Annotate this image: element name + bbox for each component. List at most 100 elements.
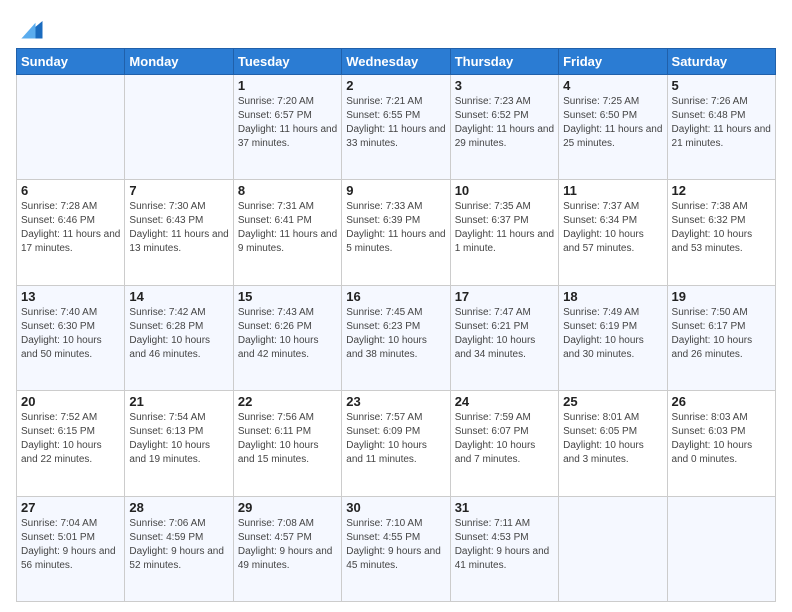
week-row-1: 1Sunrise: 7:20 AMSunset: 6:57 PMDaylight… bbox=[17, 75, 776, 180]
day-info: Sunrise: 7:21 AMSunset: 6:55 PMDaylight:… bbox=[346, 95, 445, 151]
cell-week1-day3: 1Sunrise: 7:20 AMSunset: 6:57 PMDaylight… bbox=[233, 75, 341, 180]
day-info: Sunrise: 7:38 AMSunset: 6:32 PMDaylight:… bbox=[672, 200, 771, 256]
cell-week2-day5: 10 Sunrise: 7:35 AMSunset: 6:37 PMDayligh… bbox=[450, 180, 558, 285]
day-number: 29 bbox=[238, 500, 337, 515]
day-info: Sunrise: 7:37 AMSunset: 6:34 PMDaylight:… bbox=[563, 200, 662, 256]
col-header-monday: Monday bbox=[125, 49, 233, 75]
day-number: 20 bbox=[21, 394, 120, 409]
day-number: 21 bbox=[129, 394, 228, 409]
cell-week5-day6 bbox=[559, 496, 667, 601]
col-header-thursday: Thursday bbox=[450, 49, 558, 75]
day-number: 22 bbox=[238, 394, 337, 409]
day-info: Sunrise: 7:47 AMSunset: 6:21 PMDaylight:… bbox=[455, 306, 554, 362]
cell-week2-day3: 8 Sunrise: 7:31 AMSunset: 6:41 PMDaylight… bbox=[233, 180, 341, 285]
day-info: Sunrise: 7:20 AMSunset: 6:57 PMDaylight:… bbox=[238, 95, 337, 151]
day-info: Sunrise: 7:56 AMSunset: 6:11 PMDaylight:… bbox=[238, 411, 337, 467]
cell-week4-day2: 21 Sunrise: 7:54 AMSunset: 6:13 PMDayligh… bbox=[125, 391, 233, 496]
day-info: Sunrise: 7:40 AMSunset: 6:30 PMDaylight:… bbox=[21, 306, 120, 362]
cell-week4-day3: 22 Sunrise: 7:56 AMSunset: 6:11 PMDayligh… bbox=[233, 391, 341, 496]
cell-week1-day2 bbox=[125, 75, 233, 180]
day-info: Sunrise: 7:57 AMSunset: 6:09 PMDaylight:… bbox=[346, 411, 445, 467]
day-number: 8 bbox=[238, 183, 337, 198]
cell-week4-day5: 24Sunrise: 7:59 AMSunset: 6:07 PMDayligh… bbox=[450, 391, 558, 496]
cell-week1-day7: 5 Sunrise: 7:26 AMSunset: 6:48 PMDaylight… bbox=[667, 75, 775, 180]
day-number: 4 bbox=[563, 78, 662, 93]
day-number: 23 bbox=[346, 394, 445, 409]
day-info: Sunrise: 7:08 AMSunset: 4:57 PMDaylight:… bbox=[238, 517, 337, 573]
cell-week2-day2: 7 Sunrise: 7:30 AMSunset: 6:43 PMDaylight… bbox=[125, 180, 233, 285]
cell-week4-day4: 23 Sunrise: 7:57 AMSunset: 6:09 PMDayligh… bbox=[342, 391, 450, 496]
day-info: Sunrise: 7:59 AMSunset: 6:07 PMDaylight:… bbox=[455, 411, 554, 467]
page: SundayMondayTuesdayWednesdayThursdayFrid… bbox=[0, 0, 792, 612]
cell-week5-day5: 31 Sunrise: 7:11 AMSunset: 4:53 PMDayligh… bbox=[450, 496, 558, 601]
cell-week3-day7: 19Sunrise: 7:50 AMSunset: 6:17 PMDayligh… bbox=[667, 285, 775, 390]
cell-week5-day2: 28 Sunrise: 7:06 AMSunset: 4:59 PMDayligh… bbox=[125, 496, 233, 601]
cell-week3-day2: 14Sunrise: 7:42 AMSunset: 6:28 PMDayligh… bbox=[125, 285, 233, 390]
day-info: Sunrise: 8:03 AMSunset: 6:03 PMDaylight:… bbox=[672, 411, 771, 467]
cell-week5-day4: 30Sunrise: 7:10 AMSunset: 4:55 PMDayligh… bbox=[342, 496, 450, 601]
day-info: Sunrise: 7:06 AMSunset: 4:59 PMDaylight:… bbox=[129, 517, 228, 573]
cell-week1-day5: 3Sunrise: 7:23 AMSunset: 6:52 PMDaylight… bbox=[450, 75, 558, 180]
week-row-5: 27 Sunrise: 7:04 AMSunset: 5:01 PMDayligh… bbox=[17, 496, 776, 601]
col-header-sunday: Sunday bbox=[17, 49, 125, 75]
day-number: 12 bbox=[672, 183, 771, 198]
week-row-4: 20 Sunrise: 7:52 AMSunset: 6:15 PMDayligh… bbox=[17, 391, 776, 496]
day-number: 26 bbox=[672, 394, 771, 409]
day-info: Sunrise: 7:43 AMSunset: 6:26 PMDaylight:… bbox=[238, 306, 337, 362]
day-info: Sunrise: 7:04 AMSunset: 5:01 PMDaylight:… bbox=[21, 517, 120, 573]
col-header-saturday: Saturday bbox=[667, 49, 775, 75]
week-row-3: 13 Sunrise: 7:40 AMSunset: 6:30 PMDayligh… bbox=[17, 285, 776, 390]
day-info: Sunrise: 7:26 AMSunset: 6:48 PMDaylight:… bbox=[672, 95, 771, 151]
cell-week2-day1: 6 Sunrise: 7:28 AMSunset: 6:46 PMDaylight… bbox=[17, 180, 125, 285]
day-number: 28 bbox=[129, 500, 228, 515]
cell-week3-day5: 17 Sunrise: 7:47 AMSunset: 6:21 PMDayligh… bbox=[450, 285, 558, 390]
day-number: 18 bbox=[563, 289, 662, 304]
cell-week5-day7 bbox=[667, 496, 775, 601]
day-info: Sunrise: 7:23 AMSunset: 6:52 PMDaylight:… bbox=[455, 95, 554, 151]
col-header-tuesday: Tuesday bbox=[233, 49, 341, 75]
cell-week4-day7: 26 Sunrise: 8:03 AMSunset: 6:03 PMDayligh… bbox=[667, 391, 775, 496]
day-info: Sunrise: 7:25 AMSunset: 6:50 PMDaylight:… bbox=[563, 95, 662, 151]
header bbox=[16, 10, 776, 42]
cell-week2-day4: 9Sunrise: 7:33 AMSunset: 6:39 PMDaylight… bbox=[342, 180, 450, 285]
day-info: Sunrise: 7:31 AMSunset: 6:41 PMDaylight:… bbox=[238, 200, 337, 256]
day-number: 15 bbox=[238, 289, 337, 304]
logo bbox=[16, 14, 46, 42]
cell-week4-day6: 25Sunrise: 8:01 AMSunset: 6:05 PMDayligh… bbox=[559, 391, 667, 496]
cell-week3-day6: 18Sunrise: 7:49 AMSunset: 6:19 PMDayligh… bbox=[559, 285, 667, 390]
cell-week2-day7: 12 Sunrise: 7:38 AMSunset: 6:32 PMDayligh… bbox=[667, 180, 775, 285]
day-number: 10 bbox=[455, 183, 554, 198]
cell-week5-day3: 29 Sunrise: 7:08 AMSunset: 4:57 PMDayligh… bbox=[233, 496, 341, 601]
day-info: Sunrise: 7:11 AMSunset: 4:53 PMDaylight:… bbox=[455, 517, 554, 573]
day-number: 7 bbox=[129, 183, 228, 198]
day-number: 17 bbox=[455, 289, 554, 304]
day-number: 9 bbox=[346, 183, 445, 198]
cell-week1-day1 bbox=[17, 75, 125, 180]
day-number: 25 bbox=[563, 394, 662, 409]
calendar-header-row: SundayMondayTuesdayWednesdayThursdayFrid… bbox=[17, 49, 776, 75]
day-number: 2 bbox=[346, 78, 445, 93]
day-number: 31 bbox=[455, 500, 554, 515]
day-info: Sunrise: 7:35 AMSunset: 6:37 PMDaylight:… bbox=[455, 200, 554, 256]
cell-week5-day1: 27 Sunrise: 7:04 AMSunset: 5:01 PMDayligh… bbox=[17, 496, 125, 601]
day-number: 16 bbox=[346, 289, 445, 304]
day-number: 6 bbox=[21, 183, 120, 198]
col-header-wednesday: Wednesday bbox=[342, 49, 450, 75]
day-info: Sunrise: 7:54 AMSunset: 6:13 PMDaylight:… bbox=[129, 411, 228, 467]
cell-week1-day6: 4 Sunrise: 7:25 AMSunset: 6:50 PMDaylight… bbox=[559, 75, 667, 180]
day-number: 13 bbox=[21, 289, 120, 304]
cell-week3-day4: 16 Sunrise: 7:45 AMSunset: 6:23 PMDayligh… bbox=[342, 285, 450, 390]
day-info: Sunrise: 7:28 AMSunset: 6:46 PMDaylight:… bbox=[21, 200, 120, 256]
day-info: Sunrise: 7:45 AMSunset: 6:23 PMDaylight:… bbox=[346, 306, 445, 362]
day-number: 30 bbox=[346, 500, 445, 515]
cell-week3-day3: 15 Sunrise: 7:43 AMSunset: 6:26 PMDayligh… bbox=[233, 285, 341, 390]
day-number: 5 bbox=[672, 78, 771, 93]
day-info: Sunrise: 7:30 AMSunset: 6:43 PMDaylight:… bbox=[129, 200, 228, 256]
day-number: 19 bbox=[672, 289, 771, 304]
day-info: Sunrise: 7:52 AMSunset: 6:15 PMDaylight:… bbox=[21, 411, 120, 467]
cell-week1-day4: 2 Sunrise: 7:21 AMSunset: 6:55 PMDaylight… bbox=[342, 75, 450, 180]
day-number: 27 bbox=[21, 500, 120, 515]
cell-week3-day1: 13 Sunrise: 7:40 AMSunset: 6:30 PMDayligh… bbox=[17, 285, 125, 390]
cell-week2-day6: 11Sunrise: 7:37 AMSunset: 6:34 PMDayligh… bbox=[559, 180, 667, 285]
col-header-friday: Friday bbox=[559, 49, 667, 75]
